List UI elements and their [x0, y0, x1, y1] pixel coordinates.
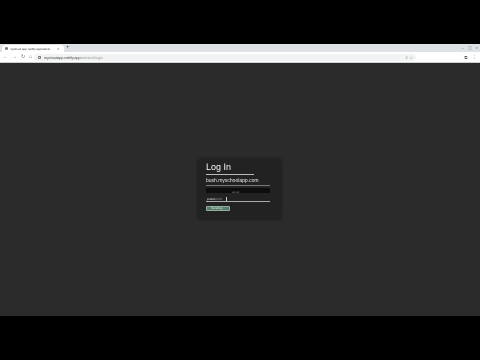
- title-divider: [206, 174, 254, 175]
- tab-active[interactable]: mychool app.netlify.app/admin ×: [2, 45, 64, 52]
- browser-toolbar: ← → ↻ ⌂ mychoolapp.netlify.app /admin/#/…: [0, 52, 480, 63]
- login-title: Log In: [206, 162, 232, 172]
- url-host: mychoolapp.netlify.app: [44, 55, 81, 60]
- email-field[interactable]: bush.myschoolapp.com: [206, 178, 259, 184]
- text-caret: [226, 197, 227, 201]
- url-path: /admin/#/login: [80, 55, 103, 60]
- address-bar[interactable]: mychoolapp.netlify.app /admin/#/login ⇩ …: [34, 54, 416, 61]
- lock-icon[interactable]: [38, 56, 41, 59]
- favicon-icon: [5, 47, 8, 50]
- maximize-icon[interactable]: ▢: [468, 45, 472, 50]
- new-tab-button[interactable]: +: [66, 45, 70, 51]
- login-submit-button[interactable]: Sending...: [206, 206, 230, 211]
- email-underline: [206, 185, 270, 186]
- password-mask: ••••••: [207, 197, 216, 201]
- window-controls: – ▢ ×: [462, 45, 478, 50]
- home-icon[interactable]: ⌂: [29, 54, 32, 61]
- nav-buttons: ← → ↻ ⌂: [3, 54, 32, 61]
- minimize-icon[interactable]: –: [462, 45, 464, 50]
- close-window-icon[interactable]: ×: [476, 45, 478, 50]
- browser-window: mychool app.netlify.app/admin × + – ▢ × …: [0, 44, 480, 316]
- menu-icon[interactable]: ⋮: [473, 54, 478, 61]
- back-icon[interactable]: ←: [3, 54, 8, 61]
- tab-strip: mychool app.netlify.app/admin × + – ▢ ×: [0, 44, 480, 52]
- tab-close-icon[interactable]: ×: [57, 46, 59, 51]
- forward-icon[interactable]: →: [12, 54, 17, 61]
- reload-icon[interactable]: ↻: [21, 54, 25, 61]
- tab-title: mychool app.netlify.app/admin: [10, 46, 51, 51]
- screen: mychool app.netlify.app/admin × + – ▢ × …: [0, 0, 480, 360]
- toolbar-icons: ⧉ ⋮: [464, 54, 477, 61]
- bookmark-icon[interactable]: ⇩ ☆: [405, 54, 413, 61]
- login-card: Log In bush.myschoolapp.com email ••••••…: [198, 159, 281, 219]
- redacted-hint: email: [232, 190, 240, 194]
- extensions-icon[interactable]: ⧉: [464, 54, 467, 61]
- password-field[interactable]: [206, 197, 270, 202]
